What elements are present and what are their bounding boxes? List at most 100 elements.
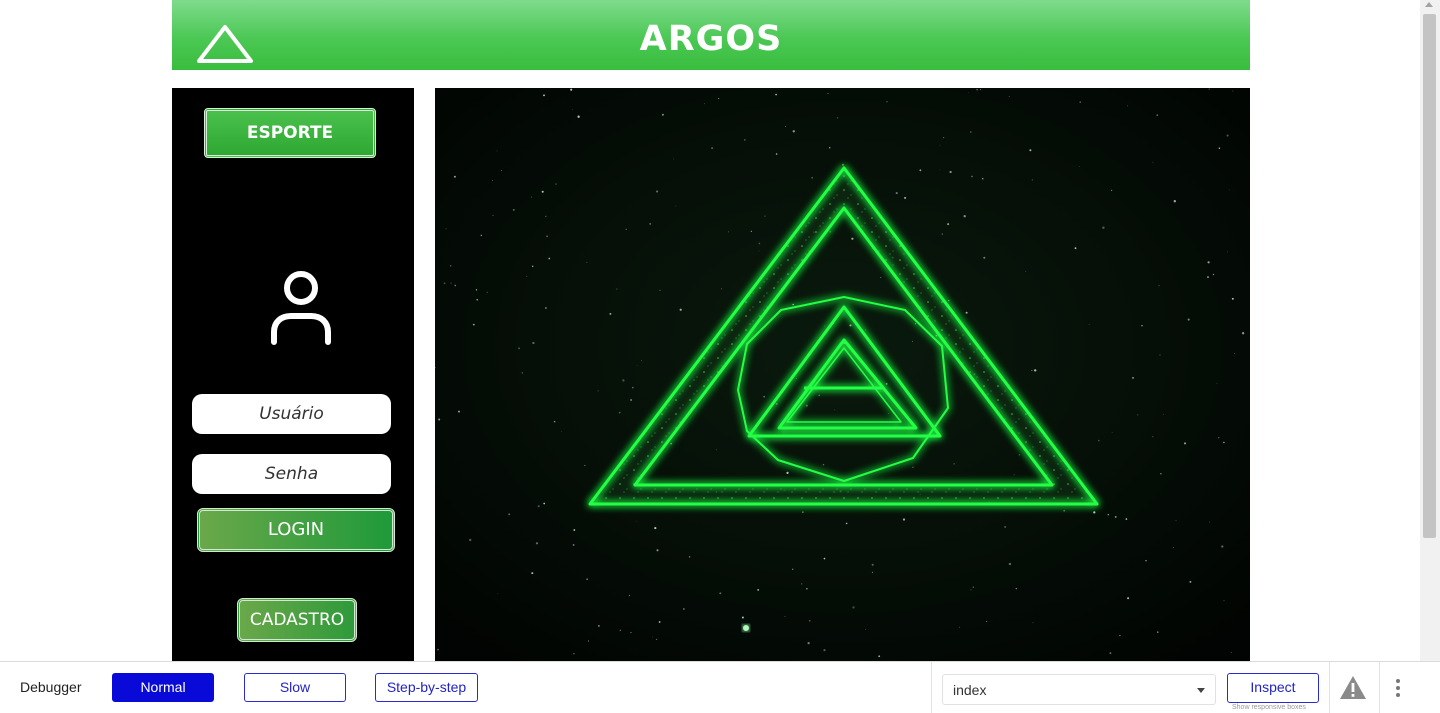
star-dot xyxy=(521,372,523,374)
star-dot xyxy=(1152,161,1154,163)
star-dot xyxy=(970,589,972,591)
star-dot xyxy=(480,234,483,237)
star-dot xyxy=(535,542,539,545)
star-dot xyxy=(598,625,600,627)
star-dot xyxy=(1223,600,1225,602)
star-dot xyxy=(673,158,675,160)
username-input[interactable] xyxy=(192,394,391,434)
star-dot xyxy=(630,399,633,401)
star-dot xyxy=(912,340,913,342)
password-input[interactable] xyxy=(192,454,391,494)
star-dot xyxy=(939,144,941,146)
star-dot xyxy=(1226,134,1229,137)
chevron-down-icon xyxy=(1197,688,1205,693)
star-dot xyxy=(1119,634,1121,637)
star-dot xyxy=(808,619,811,622)
star-dot xyxy=(652,636,653,638)
star-dot xyxy=(1078,165,1080,167)
star-dot xyxy=(586,578,588,580)
star-dot xyxy=(1141,325,1143,327)
star-dot xyxy=(679,308,682,311)
star-dot xyxy=(656,190,659,193)
star-dot xyxy=(625,228,627,231)
star-dot xyxy=(792,303,794,306)
star-dot xyxy=(492,180,493,182)
star-dot xyxy=(963,215,966,218)
star-dot xyxy=(851,237,854,240)
star-dot xyxy=(912,466,914,469)
star-dot xyxy=(886,101,888,103)
star-dot xyxy=(1173,200,1176,203)
star-dot xyxy=(904,196,907,199)
page-select[interactable]: index xyxy=(942,674,1216,705)
star-dot xyxy=(616,288,618,290)
star-dot xyxy=(1187,318,1190,321)
star-dot xyxy=(888,413,889,414)
star-dot xyxy=(545,215,547,218)
star-dot xyxy=(531,572,534,575)
star-dot xyxy=(919,169,922,172)
star-dot xyxy=(775,403,778,405)
star-dot xyxy=(1228,189,1230,191)
star-dot xyxy=(1218,437,1220,439)
star-dot xyxy=(822,463,825,466)
star-dot xyxy=(1216,382,1218,384)
star-dot xyxy=(845,522,848,525)
star-dot xyxy=(654,527,657,530)
sport-button[interactable]: ESPORTE xyxy=(204,108,376,158)
mode-step-button[interactable]: Step-by-step xyxy=(375,673,478,702)
star-dot xyxy=(902,518,906,521)
star-dot xyxy=(764,215,766,217)
inspect-button[interactable]: Inspect xyxy=(1227,673,1319,703)
star-dot xyxy=(824,325,825,327)
star-dot xyxy=(619,629,621,631)
star-dot xyxy=(1074,247,1077,250)
star-dot xyxy=(959,626,960,628)
star-dot xyxy=(561,431,563,432)
star-dot xyxy=(805,404,808,407)
star-dot xyxy=(1227,251,1228,253)
star-dot xyxy=(1034,369,1037,372)
star-dot xyxy=(443,282,446,285)
star-dot xyxy=(1114,515,1117,518)
mode-slow-button[interactable]: Slow xyxy=(244,673,346,702)
more-vertical-icon[interactable] xyxy=(1392,678,1404,698)
star-dot xyxy=(983,256,986,259)
star-dot xyxy=(784,616,786,617)
star-dot xyxy=(572,544,575,546)
star-dot xyxy=(852,606,855,609)
star-dot xyxy=(486,291,488,293)
divider xyxy=(1379,662,1380,713)
star-dot xyxy=(806,587,808,590)
star-dot xyxy=(1102,226,1105,229)
star-dot xyxy=(1189,580,1192,583)
star-dot xyxy=(801,583,803,585)
mode-normal-button[interactable]: Normal xyxy=(112,673,214,702)
star-dot xyxy=(1145,560,1147,562)
star-dot xyxy=(763,396,765,398)
signup-button[interactable]: CADASTRO xyxy=(237,598,357,642)
login-button[interactable]: LOGIN xyxy=(197,508,395,552)
warning-icon[interactable] xyxy=(1339,675,1367,700)
star-dot xyxy=(1208,88,1210,90)
star-dot xyxy=(823,648,826,652)
star-dot xyxy=(885,382,888,385)
star-dot xyxy=(661,113,664,116)
star-dot xyxy=(512,208,515,211)
star-dot xyxy=(871,571,873,573)
star-dot xyxy=(1212,273,1215,276)
star-dot xyxy=(829,231,831,233)
star-dot xyxy=(744,139,746,141)
star-dot xyxy=(496,150,498,152)
star-dot xyxy=(1183,442,1187,445)
star-dot xyxy=(544,306,547,310)
scrollbar-thumb[interactable] xyxy=(1423,14,1436,538)
star-dot xyxy=(641,359,642,361)
star-dot xyxy=(941,233,943,235)
star-dot xyxy=(834,409,836,411)
scroll-up-arrow[interactable] xyxy=(1425,2,1433,7)
star-dot xyxy=(543,502,546,505)
star-dot xyxy=(828,147,831,149)
star-dot xyxy=(1111,432,1113,434)
responsive-boxes-note[interactable]: Show responsive boxes xyxy=(1232,704,1306,711)
